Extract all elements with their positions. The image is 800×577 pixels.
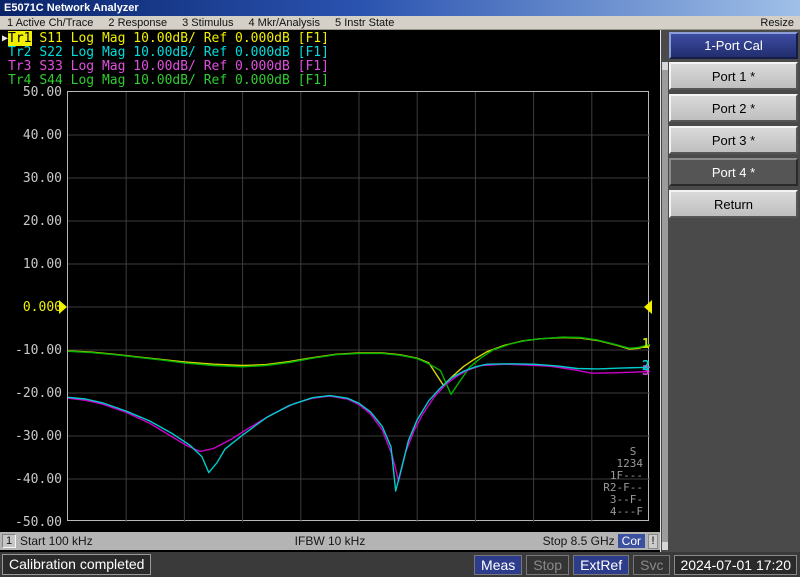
y-axis-label: -30.00 (15, 429, 62, 444)
softkey-port2-button[interactable]: Port 2 * (669, 94, 798, 122)
correction-badge: Cor (617, 534, 645, 548)
menu-spacer (409, 16, 745, 29)
y-axis-label: -50.00 (15, 515, 62, 530)
trace-number-marker: 2 (642, 359, 650, 375)
menu-instr-state[interactable]: 5 Instr State (335, 16, 394, 29)
menu-stimulus[interactable]: 3 Stimulus (182, 16, 233, 29)
softkey-scrollbar[interactable] (662, 62, 668, 550)
y-axis-label: -40.00 (15, 472, 62, 487)
trace-chart (68, 92, 650, 522)
softkey-menu-title: 1-Port Cal (669, 32, 798, 59)
trace2-text: S22 Log Mag 10.00dB/ Ref 0.000dB [F1] (31, 45, 329, 60)
channel-status-bar: 1 Start 100 kHz IFBW 10 kHz Stop 8.5 GHz… (0, 532, 660, 550)
title-bar: E5071C Network Analyzer (0, 0, 800, 16)
menu-active-ch-trace[interactable]: 1 Active Ch/Trace (7, 16, 93, 29)
y-axis-label: 50.00 (22, 85, 62, 100)
trace-def-tr2[interactable]: ▶Tr2 S22 Log Mag 10.00dB/ Ref 0.000dB [F… (2, 46, 329, 60)
trace3-text: S33 Log Mag 10.00dB/ Ref 0.000dB [F1] (31, 59, 329, 74)
channel-number-box: 1 (2, 534, 16, 548)
datetime-display: 2024-07-01 17:20 (674, 554, 797, 575)
y-axis-label: 10.00 (22, 257, 62, 272)
trace2-id: Tr2 (8, 45, 32, 60)
y-axis-label: -20.00 (15, 386, 62, 401)
instrument-status-bar: Calibration completed Meas Stop ExtRef S… (0, 552, 800, 577)
message-box: Calibration completed (2, 554, 152, 575)
trace-def-tr3[interactable]: ▶Tr3 S33 Log Mag 10.00dB/ Ref 0.000dB [F… (2, 60, 329, 74)
softkey-port4-button[interactable]: Port 4 * (669, 158, 798, 186)
y-axis-label: 20.00 (22, 214, 62, 229)
trace-number-marker: 1 (642, 336, 650, 352)
y-axis-reference-label: 0.000 (22, 300, 62, 315)
menu-mkr-analysis[interactable]: 4 Mkr/Analysis (248, 16, 320, 29)
trace3-id: Tr3 (8, 59, 32, 74)
softkey-port3-button[interactable]: Port 3 * (669, 126, 798, 154)
ref-level-marker-left-icon (59, 300, 67, 314)
ifbw-label: IFBW 10 kHz (294, 534, 366, 548)
cal-status-matrix: S 1234 1F--- R2-F-- 3--F- 4---F (603, 445, 643, 518)
plot-area: S 1234 1F--- R2-F-- 3--F- 4---F 132 (59, 91, 652, 522)
svc-status-badge: Svc (633, 554, 671, 575)
trace-definitions: ▶Tr1 S11 Log Mag 10.00dB/ Ref 0.000dB [F… (2, 31, 329, 88)
y-axis-label: -10.00 (15, 343, 62, 358)
analyzer-screen: ▶Tr1 S11 Log Mag 10.00dB/ Ref 0.000dB [F… (0, 30, 660, 552)
window-title: E5071C Network Analyzer (4, 2, 139, 14)
extref-status-badge: ExtRef (573, 554, 630, 575)
trace1-text: S11 Log Mag 10.00dB/ Ref 0.000dB [F1] (31, 31, 329, 46)
menu-bar: 1 Active Ch/Trace 2 Response 3 Stimulus … (0, 16, 800, 30)
stop-status-badge: Stop (526, 554, 570, 575)
resize-button[interactable]: Resize (760, 16, 800, 29)
warning-indicator: ! (648, 533, 658, 549)
trace4-text: S44 Log Mag 10.00dB/ Ref 0.000dB [F1] (31, 73, 329, 88)
softkey-return-button[interactable]: Return (669, 190, 798, 218)
ref-level-marker-right-icon (644, 300, 652, 314)
y-axis-label: 30.00 (22, 171, 62, 186)
trace1-id-badge: Tr1 (8, 31, 32, 46)
start-frequency-label: Start 100 kHz (20, 534, 93, 548)
trace-def-tr1[interactable]: ▶Tr1 S11 Log Mag 10.00dB/ Ref 0.000dB [F… (2, 31, 329, 46)
meas-status-badge: Meas (474, 554, 523, 575)
y-axis-label: 40.00 (22, 128, 62, 143)
menu-response[interactable]: 2 Response (108, 16, 167, 29)
softkey-panel: 1-Port Cal Port 1 * Port 2 * Port 3 * Po… (660, 30, 800, 552)
softkey-port1-button[interactable]: Port 1 * (669, 62, 798, 90)
app-window: E5071C Network Analyzer 1 Active Ch/Trac… (0, 0, 800, 577)
stop-frequency-label: Stop 8.5 GHz (542, 534, 615, 548)
